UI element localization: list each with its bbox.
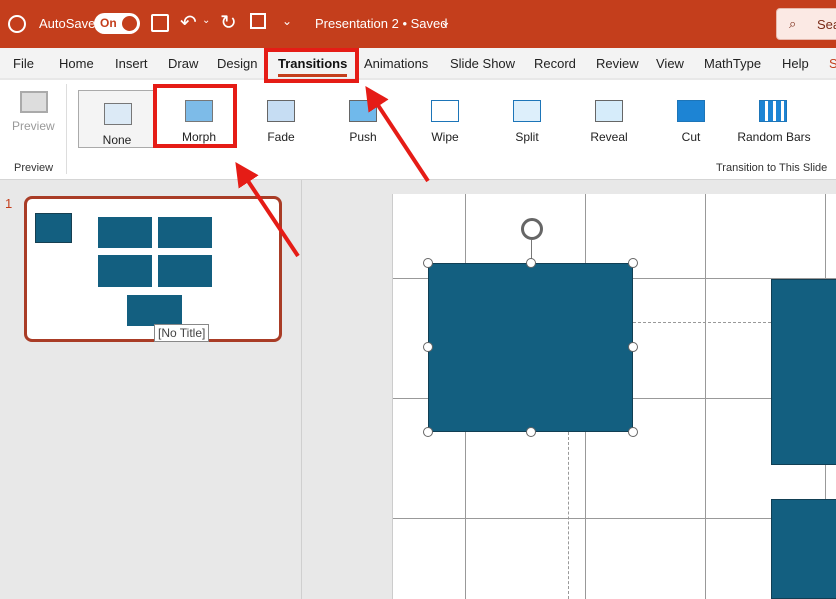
resize-handle-mr[interactable] — [628, 342, 638, 352]
transition-label-wipe: Wipe — [431, 130, 459, 144]
tab-record[interactable]: Record — [534, 56, 576, 71]
selected-rectangle[interactable] — [428, 263, 633, 432]
tab-extra[interactable]: S — [829, 56, 836, 71]
transition-label-push: Push — [349, 130, 377, 144]
slide-canvas[interactable] — [392, 194, 836, 599]
cut-icon — [677, 100, 705, 122]
slide-thumbnail-panel: 1 [No Title] — [0, 180, 302, 599]
fade-icon — [267, 100, 295, 122]
tab-animations[interactable]: Animations — [364, 56, 428, 71]
slide-number: 1 — [5, 196, 13, 211]
resize-handle-ml[interactable] — [423, 342, 433, 352]
transition-label-fade: Fade — [267, 130, 295, 144]
thumbnail-shape-1 — [35, 213, 72, 243]
tab-review[interactable]: Review — [596, 56, 639, 71]
push-icon — [349, 100, 377, 122]
tab-mathtype[interactable]: MathType — [704, 56, 761, 71]
transition-label-none: None — [102, 133, 132, 147]
transition-split-button[interactable]: Split — [488, 88, 566, 146]
random-bars-icon — [759, 100, 787, 122]
no-title-tooltip: [No Title] — [154, 324, 210, 342]
thumbnail-shape-2 — [98, 217, 152, 248]
rotate-handle-icon[interactable] — [521, 218, 543, 240]
tab-help[interactable]: Help — [782, 56, 809, 71]
document-dropdown-icon[interactable]: ⌄ — [440, 14, 451, 30]
redo-icon[interactable]: ↻ — [220, 10, 237, 35]
thumbnail-shape-5 — [158, 255, 212, 287]
autosave-label: AutoSave — [39, 16, 96, 31]
transition-label-random-bars: Random Bars — [737, 130, 811, 144]
transitions-tab-highlight — [264, 48, 359, 83]
save-icon[interactable] — [151, 14, 169, 32]
thumbnail-shape-6 — [127, 295, 182, 326]
document-title[interactable]: Presentation 2 • Saved — [315, 16, 447, 31]
transition-push-button[interactable]: Push — [324, 88, 402, 146]
resize-handle-bm[interactable] — [526, 427, 536, 437]
tab-slide-show[interactable]: Slide Show — [450, 56, 515, 71]
transition-random-bars-button[interactable]: Random Bars — [734, 88, 814, 146]
alignment-guide-vertical — [568, 432, 569, 599]
undo-dropdown-icon[interactable]: ⌄ — [202, 15, 210, 26]
customize-icon[interactable]: ⌄ — [282, 14, 292, 28]
none-icon — [104, 103, 132, 125]
thumbnail-shape-4 — [98, 255, 152, 287]
tab-insert[interactable]: Insert — [115, 56, 148, 71]
transition-cut-button[interactable]: Cut — [652, 88, 730, 146]
transition-label-cut: Cut — [681, 130, 701, 144]
transition-label-split: Split — [515, 130, 539, 144]
resize-handle-tr[interactable] — [628, 258, 638, 268]
alignment-guide-horizontal — [633, 322, 771, 323]
split-icon — [513, 100, 541, 122]
transition-group-label: Transition to This Slide — [716, 162, 828, 174]
preview-label: Preview — [12, 119, 55, 133]
transition-fade-button[interactable]: Fade — [242, 88, 320, 146]
right-rectangle-top[interactable] — [771, 279, 836, 465]
preview-button[interactable]: Preview — [12, 89, 58, 147]
resize-handle-tm[interactable] — [526, 258, 536, 268]
transition-label-reveal: Reveal — [590, 130, 628, 144]
tab-design[interactable]: Design — [217, 56, 257, 71]
search-box[interactable]: ⌕ Sea — [776, 8, 836, 40]
preview-icon — [20, 91, 48, 113]
present-icon[interactable] — [250, 13, 266, 29]
resize-handle-tl[interactable] — [423, 258, 433, 268]
transitions-ribbon: Preview Preview None Morph Fade Push Wip… — [0, 80, 836, 180]
slide-thumbnail-1[interactable] — [24, 196, 282, 342]
tab-draw[interactable]: Draw — [168, 56, 198, 71]
ribbon-tabs: File Home Insert Draw Design Transitions… — [0, 48, 836, 78]
reveal-icon — [595, 100, 623, 122]
tab-file[interactable]: File — [13, 56, 34, 71]
title-bar: AutoSave On ↶ ⌄ ↻ ⌄ Presentation 2 • Sav… — [0, 0, 836, 48]
ribbon-divider — [66, 84, 67, 174]
office-icon — [8, 15, 26, 33]
autosave-toggle-label: On — [100, 16, 117, 30]
thumbnail-shape-3 — [158, 217, 212, 248]
tab-home[interactable]: Home — [59, 56, 94, 71]
search-icon: ⌕ — [789, 16, 797, 31]
right-rectangle-bottom[interactable] — [771, 499, 836, 599]
transition-reveal-button[interactable]: Reveal — [570, 88, 648, 146]
resize-handle-br[interactable] — [628, 427, 638, 437]
undo-icon[interactable]: ↶ — [180, 10, 197, 35]
transition-none-button[interactable]: None — [78, 90, 156, 148]
tab-view[interactable]: View — [656, 56, 684, 71]
autosave-toggle[interactable]: On — [94, 13, 140, 34]
wipe-icon — [431, 100, 459, 122]
transition-wipe-button[interactable]: Wipe — [406, 88, 484, 146]
search-label: Sea — [817, 17, 836, 32]
resize-handle-bl[interactable] — [423, 427, 433, 437]
morph-button-highlight — [153, 84, 237, 148]
preview-group-label: Preview — [14, 162, 54, 174]
